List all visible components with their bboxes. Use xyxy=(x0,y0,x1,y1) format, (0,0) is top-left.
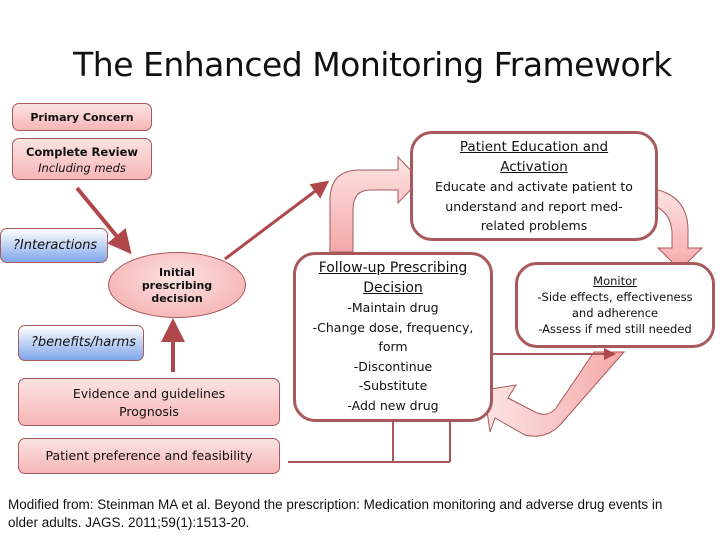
initial-decision-line2: prescribing xyxy=(141,278,213,292)
patient-education-body-3: related problems xyxy=(480,218,588,233)
evidence-line2: Prognosis xyxy=(119,404,179,419)
complete-review-box: Complete Review Including meds xyxy=(12,138,152,180)
follow-up-item: -Change dose, frequency, xyxy=(312,319,474,335)
follow-up-item: -Add new drug xyxy=(347,397,439,413)
bent-arrow-followup-to-education xyxy=(329,155,421,253)
citation-line1: Modified from: Steinman MA et al. Beyond… xyxy=(8,497,663,512)
arrow-decision-to-education xyxy=(224,180,330,261)
primary-concern-label: Primary Concern xyxy=(30,111,134,124)
patient-education-title-1: Patient Education and xyxy=(459,139,609,155)
follow-up-item: form xyxy=(378,339,408,354)
benefits-harms-box: ?benefits/harms xyxy=(18,325,144,361)
monitor-item: and adherence xyxy=(571,306,659,320)
monitor-title: Monitor xyxy=(593,274,637,288)
complete-review-title: Complete Review xyxy=(25,145,139,159)
primary-concern-box: Primary Concern xyxy=(12,103,152,131)
follow-up-item: -Discontinue xyxy=(353,358,433,374)
citation-line2: older adults. JAGS. 2011;59(1):1513-20. xyxy=(8,515,250,530)
monitor-box: Monitor -Side effects, effectiveness and… xyxy=(515,262,715,348)
benefits-harms-label: ?benefits/harms xyxy=(31,335,137,350)
evidence-box: Evidence and guidelines Prognosis xyxy=(18,378,280,426)
follow-up-item: -Substitute xyxy=(358,378,428,393)
follow-up-decision-box: Follow-up Prescribing Decision -Maintain… xyxy=(293,252,493,422)
follow-up-title-1: Follow-up Prescribing xyxy=(318,260,468,276)
patient-education-body-1: Educate and activate patient to xyxy=(435,179,633,194)
patient-education-box: Patient Education and Activation Educate… xyxy=(410,131,658,241)
initial-decision-line1: Initial xyxy=(159,265,195,279)
patient-education-title-2: Activation xyxy=(500,158,568,175)
evidence-line1: Evidence and guidelines xyxy=(72,386,226,401)
interactions-label: ?Interactions xyxy=(13,238,98,253)
initial-decision-line3: decision xyxy=(151,291,203,305)
complete-review-subtitle: Including meds xyxy=(38,161,126,175)
patient-education-body-2: understand and report med- xyxy=(445,198,623,214)
patient-preference-label: Patient preference and feasibility xyxy=(45,448,253,463)
monitor-item: -Side effects, effectiveness xyxy=(537,290,693,304)
monitor-item: -Assess if med still needed xyxy=(538,322,692,336)
patient-preference-box: Patient preference and feasibility xyxy=(18,438,280,474)
bent-arrow-monitor-to-followup xyxy=(483,351,626,437)
citation: Modified from: Steinman MA et al. Beyond… xyxy=(8,496,718,532)
follow-up-title-2: Decision xyxy=(363,279,423,296)
follow-up-item: -Maintain drug xyxy=(347,300,439,315)
interactions-box: ?Interactions xyxy=(0,228,108,263)
initial-decision-ellipse: Initial prescribing decision xyxy=(108,252,246,318)
